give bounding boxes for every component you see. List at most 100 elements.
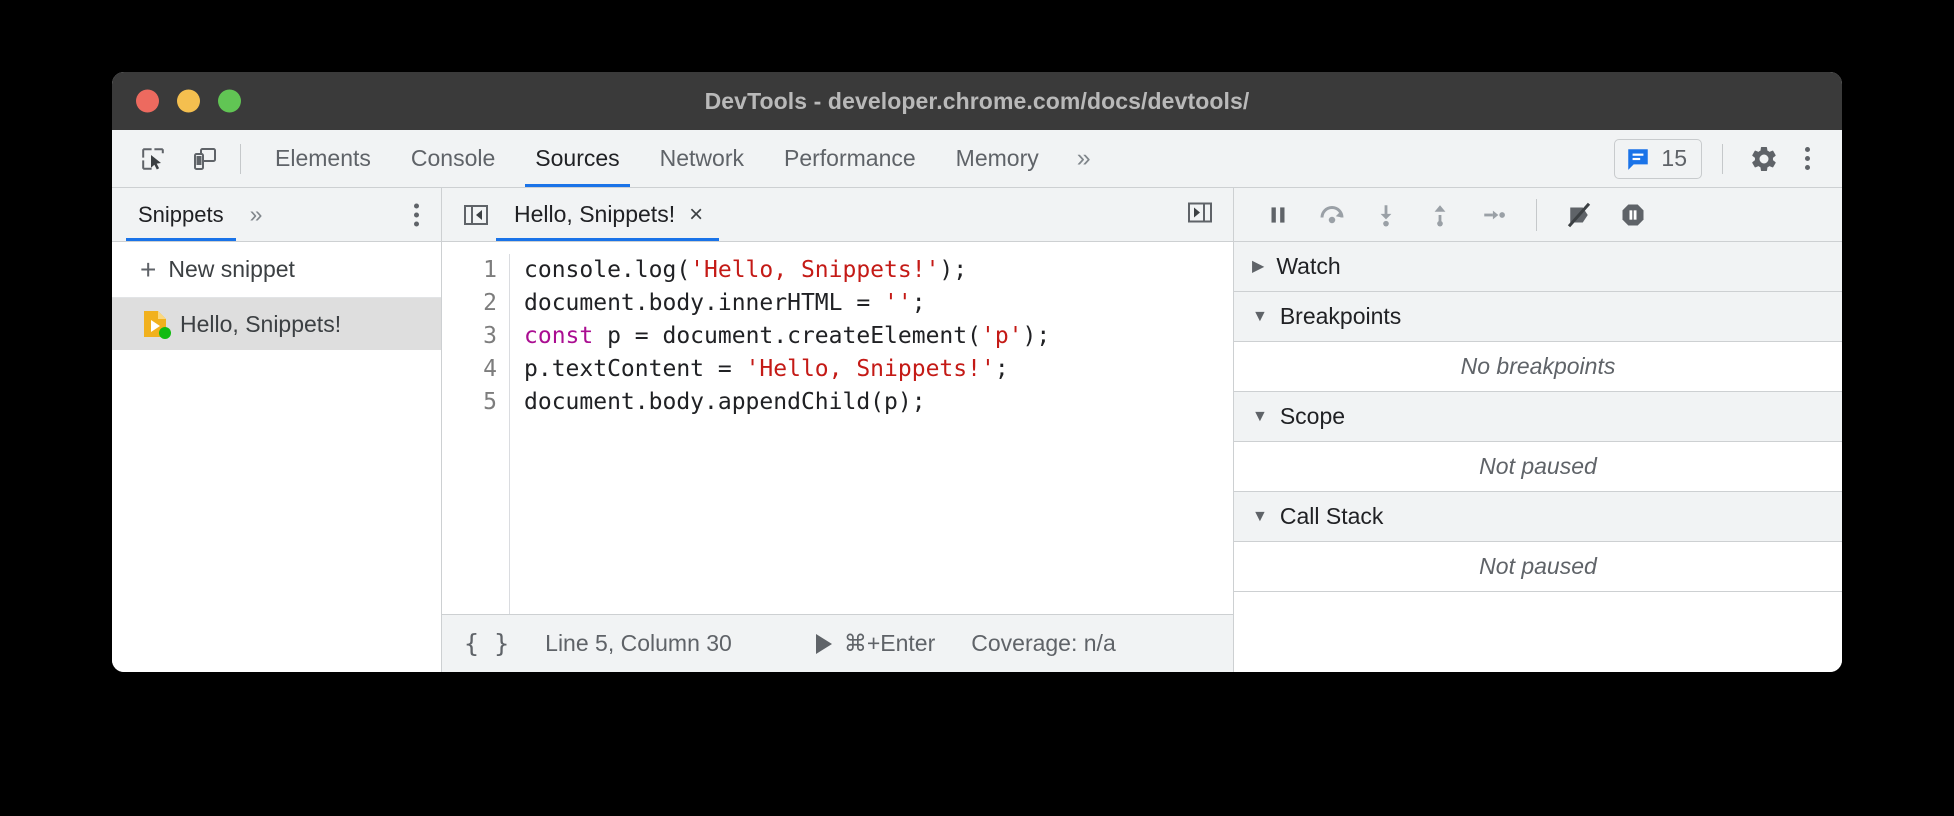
- code-line: console.log('Hello, Snippets!');: [524, 254, 1050, 287]
- code-line: document.body.appendChild(p);: [524, 386, 1050, 419]
- show-debugger-icon[interactable]: [1185, 197, 1215, 232]
- pause-script-execution-icon[interactable]: [1252, 193, 1304, 237]
- devtools-body: Snippets » + New snippet: [112, 188, 1842, 672]
- pretty-print-icon[interactable]: { }: [464, 629, 545, 658]
- editor-tab-label: Hello, Snippets!: [514, 201, 675, 228]
- chevron-down-icon: ▼: [1252, 409, 1268, 425]
- play-icon: [816, 634, 832, 654]
- editor-tab-hello-snippets[interactable]: Hello, Snippets! ×: [496, 188, 719, 241]
- navigator-pane: Snippets » + New snippet: [112, 188, 442, 672]
- inspect-element-icon[interactable]: [132, 138, 174, 180]
- devtools-window: DevTools - developer.chrome.com/docs/dev…: [112, 72, 1842, 672]
- devtools-main-toolbar: Elements Console Sources Network Perform…: [112, 130, 1842, 188]
- tab-console[interactable]: Console: [391, 130, 515, 187]
- section-header-scope[interactable]: ▼ Scope: [1234, 392, 1842, 442]
- debugger-toolbar-divider: [1536, 199, 1537, 231]
- line-number: 4: [442, 353, 497, 386]
- navigator-tab-snippets[interactable]: Snippets: [126, 188, 236, 241]
- plus-icon: +: [140, 256, 156, 284]
- code-lines[interactable]: console.log('Hello, Snippets!');document…: [510, 254, 1050, 614]
- new-snippet-label: New snippet: [168, 256, 295, 283]
- code-editor[interactable]: 1 2 3 4 5 console.log('Hello, Snippets!'…: [442, 242, 1233, 614]
- list-item[interactable]: Hello, Snippets!: [112, 298, 441, 350]
- editor-status-bar: { } Line 5, Column 30 ⌘+Enter Coverage: …: [442, 614, 1233, 672]
- toolbar-divider: [240, 144, 241, 174]
- run-snippet-button[interactable]: ⌘+Enter: [816, 630, 971, 657]
- snippet-file-icon: [142, 310, 168, 338]
- traffic-lights[interactable]: [136, 90, 241, 113]
- close-window-button[interactable]: [136, 90, 159, 113]
- tab-network[interactable]: Network: [640, 130, 764, 187]
- debugger-pane: ▶ Watch ▼ Breakpoints No breakpoints ▼ S…: [1234, 188, 1842, 672]
- section-header-breakpoints[interactable]: ▼ Breakpoints: [1234, 292, 1842, 342]
- debugger-toolbar: [1234, 188, 1842, 242]
- show-navigator-icon[interactable]: [456, 195, 496, 235]
- section-header-watch[interactable]: ▶ Watch: [1234, 242, 1842, 292]
- toolbar-left-icons: [132, 138, 226, 180]
- navigator-kebab-menu-icon[interactable]: [414, 203, 419, 226]
- screenshot-root: DevTools - developer.chrome.com/docs/dev…: [0, 0, 1954, 816]
- title-bar: DevTools - developer.chrome.com/docs/dev…: [112, 72, 1842, 130]
- tab-performance[interactable]: Performance: [764, 130, 936, 187]
- line-number: 3: [442, 320, 497, 353]
- line-number: 1: [442, 254, 497, 287]
- window-title: DevTools - developer.chrome.com/docs/dev…: [705, 88, 1250, 115]
- tab-elements-label: Elements: [275, 145, 371, 172]
- tab-sources[interactable]: Sources: [515, 130, 639, 187]
- section-body-call-stack: Not paused: [1234, 542, 1842, 592]
- tab-elements[interactable]: Elements: [255, 130, 391, 187]
- navigator-more-tabs-chevron-icon[interactable]: »: [236, 201, 277, 228]
- more-tabs-chevron-icon[interactable]: »: [1059, 146, 1109, 171]
- minimize-window-button[interactable]: [177, 90, 200, 113]
- section-body-scope: Not paused: [1234, 442, 1842, 492]
- issues-count-label: 15: [1661, 145, 1687, 172]
- chevron-down-icon: ▼: [1252, 309, 1268, 325]
- tab-performance-label: Performance: [784, 145, 916, 172]
- section-title-watch: Watch: [1276, 253, 1340, 280]
- section-body-breakpoints: No breakpoints: [1234, 342, 1842, 392]
- step-out-icon[interactable]: [1414, 193, 1466, 237]
- tab-memory[interactable]: Memory: [936, 130, 1059, 187]
- step-icon[interactable]: [1468, 193, 1520, 237]
- maximize-window-button[interactable]: [218, 90, 241, 113]
- deactivate-breakpoints-icon[interactable]: [1553, 193, 1605, 237]
- tab-sources-label: Sources: [535, 145, 619, 172]
- line-number: 5: [442, 386, 497, 419]
- chevron-right-icon: ▶: [1252, 259, 1264, 275]
- tab-console-label: Console: [411, 145, 495, 172]
- section-header-call-stack[interactable]: ▼ Call Stack: [1234, 492, 1842, 542]
- section-title-breakpoints: Breakpoints: [1280, 303, 1401, 330]
- close-icon[interactable]: ×: [689, 203, 703, 227]
- navigator-header: Snippets »: [112, 188, 441, 242]
- panel-tabs: Elements Console Sources Network Perform…: [255, 130, 1109, 187]
- editor-pane: Hello, Snippets! × 1 2: [442, 188, 1234, 672]
- chevron-down-icon: ▼: [1252, 509, 1268, 525]
- line-number-gutter: 1 2 3 4 5: [442, 254, 510, 614]
- device-toolbar-icon[interactable]: [184, 138, 226, 180]
- tab-network-label: Network: [660, 145, 744, 172]
- issues-button[interactable]: 15: [1614, 139, 1702, 179]
- run-shortcut-label: ⌘+Enter: [844, 630, 935, 657]
- list-item-label: Hello, Snippets!: [180, 311, 341, 338]
- editor-tab-bar: Hello, Snippets! ×: [442, 188, 1233, 242]
- step-into-icon[interactable]: [1360, 193, 1412, 237]
- cursor-position-label: Line 5, Column 30: [545, 630, 816, 657]
- section-title-scope: Scope: [1280, 403, 1345, 430]
- green-dot-badge: [159, 327, 171, 339]
- code-line: p.textContent = 'Hello, Snippets!';: [524, 353, 1050, 386]
- line-number: 2: [442, 287, 497, 320]
- new-snippet-button[interactable]: + New snippet: [112, 242, 441, 298]
- code-line: const p = document.createElement('p');: [524, 320, 1050, 353]
- kebab-menu-icon[interactable]: [1791, 147, 1824, 170]
- code-line: document.body.innerHTML = '';: [524, 287, 1050, 320]
- toolbar-divider-2: [1722, 144, 1723, 174]
- pause-on-exceptions-icon[interactable]: [1607, 193, 1659, 237]
- coverage-label: Coverage: n/a: [971, 630, 1115, 657]
- navigator-tab-snippets-label: Snippets: [138, 202, 224, 228]
- tab-memory-label: Memory: [956, 145, 1039, 172]
- gear-icon[interactable]: [1743, 138, 1785, 180]
- step-over-icon[interactable]: [1306, 193, 1358, 237]
- section-title-call-stack: Call Stack: [1280, 503, 1384, 530]
- issues-message-icon: [1625, 146, 1651, 172]
- toolbar-right-icons: 15: [1614, 138, 1824, 180]
